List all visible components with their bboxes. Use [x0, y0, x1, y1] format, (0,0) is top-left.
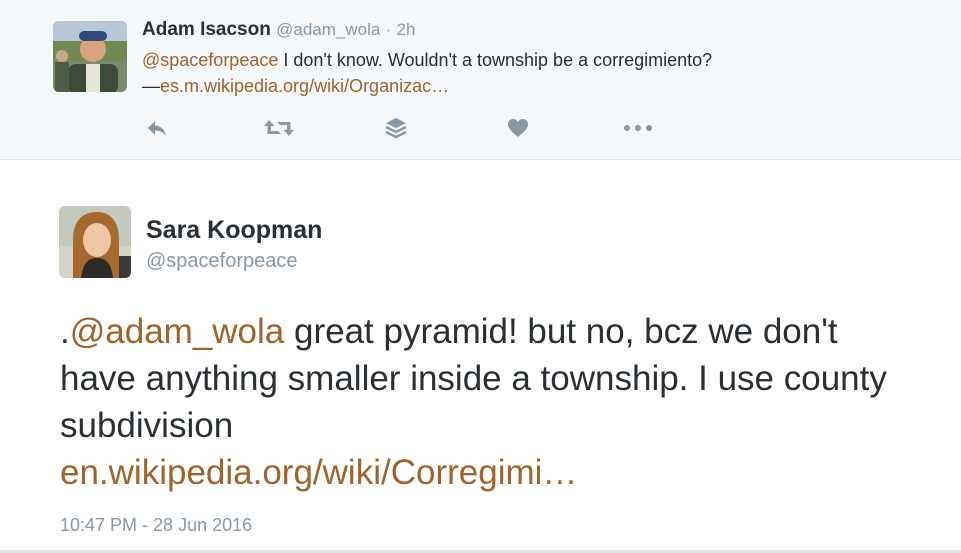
separator: ·: [385, 20, 392, 39]
tweet-timestamp[interactable]: 10:47 PM - 28 Jun 2016: [60, 515, 252, 536]
more-button[interactable]: [622, 116, 654, 140]
more-icon: [624, 125, 652, 131]
tweet-url-link[interactable]: en.wikipedia.org/wiki/Corregimi…: [60, 453, 577, 492]
reply-header: Adam Isacson @adam_wola · 2h: [142, 19, 415, 41]
main-tweet: Sara Koopman @spaceforpeace .@adam_wola …: [0, 161, 961, 553]
mention-link[interactable]: @spaceforpeace: [142, 50, 278, 70]
reply-text: @spaceforpeace I don't know. Wouldn't a …: [142, 47, 942, 99]
mention-link[interactable]: @adam_wola: [70, 312, 285, 351]
reply-url-link[interactable]: es.m.wikipedia.org/wiki/Organizac…: [160, 76, 449, 96]
retweet-icon: [264, 120, 294, 136]
tweet-prefix: .: [60, 312, 70, 351]
reply-tweet: Adam Isacson @adam_wola · 2h @spaceforpe…: [0, 0, 961, 160]
author-name[interactable]: Adam Isacson: [142, 19, 271, 40]
reply-button[interactable]: [143, 116, 171, 140]
stack-button[interactable]: [383, 116, 409, 140]
stack-icon: [385, 118, 407, 139]
author-handle[interactable]: @spaceforpeace: [146, 250, 298, 273]
dash: —: [142, 76, 160, 96]
reply-text-body: I don't know. Wouldn't a township be a c…: [278, 50, 713, 70]
author-name[interactable]: Sara Koopman: [146, 216, 322, 245]
like-button[interactable]: [505, 116, 531, 140]
like-icon: [508, 119, 528, 137]
author-handle[interactable]: @adam_wola: [276, 20, 380, 39]
reply-icon: [148, 121, 166, 136]
tweet-time[interactable]: 2h: [397, 20, 416, 39]
tweet-actions: [0, 116, 961, 140]
tweet-text: .@adam_wola great pyramid! but no, bcz w…: [60, 308, 920, 496]
retweet-button[interactable]: [262, 116, 296, 140]
avatar[interactable]: [59, 206, 131, 278]
avatar[interactable]: [53, 21, 127, 92]
